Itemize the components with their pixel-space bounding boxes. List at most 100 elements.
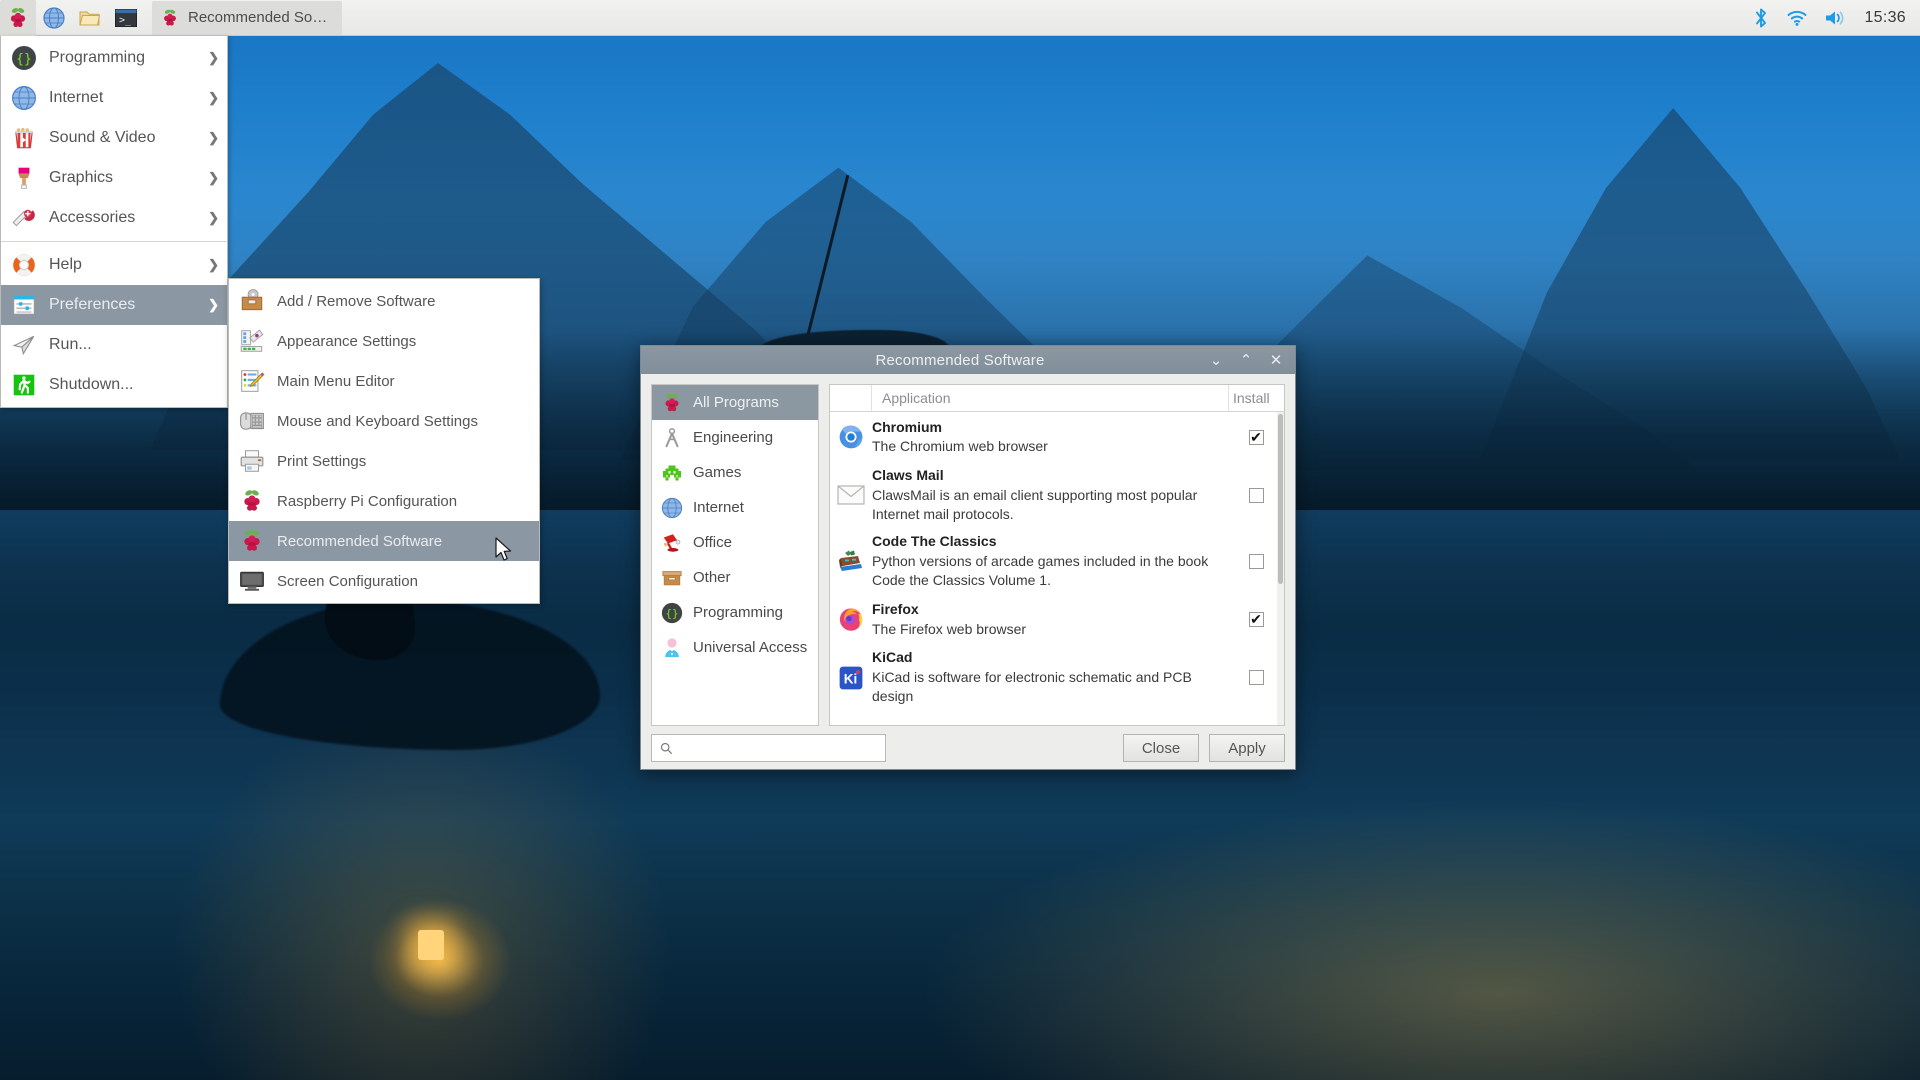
application-description: The Chromium web browser [872,437,1220,456]
install-checkbox[interactable] [1249,488,1264,503]
category-games[interactable]: Games [652,455,818,490]
column-header-icon [830,385,872,411]
dialog-titlebar[interactable]: Recommended Software ⌄ ⌃ ✕ [641,346,1295,374]
menu-item-run[interactable]: Run... [1,325,227,365]
search-input[interactable] [679,740,877,756]
bluetooth-icon[interactable] [1752,7,1770,29]
games-icon [660,461,684,485]
dialog-body: All Programs Engineering [641,374,1295,726]
submenu-item-appearance-settings[interactable]: Appearance Settings [229,321,539,361]
table-row[interactable]: Claws Mail ClawsMail is an email client … [830,462,1284,528]
close-button[interactable]: ✕ [1269,353,1283,368]
add-remove-software-icon [239,288,265,314]
wifi-icon[interactable] [1786,8,1808,28]
column-header-install[interactable]: Install [1228,385,1284,411]
category-label: All Programs [693,394,779,411]
menu-item-internet[interactable]: Internet ❯ [1,78,227,118]
main-menu-editor-icon [239,368,265,394]
install-checkbox[interactable] [1249,670,1264,685]
menu-item-shutdown[interactable]: Shutdown... [1,365,227,405]
application-list-scrollbar[interactable] [1277,412,1284,725]
search-box[interactable] [651,734,886,762]
menu-item-help[interactable]: Help ❯ [1,245,227,285]
category-other[interactable]: Other [652,560,818,595]
chevron-right-icon: ❯ [208,90,219,106]
menu-item-graphics[interactable]: Graphics ❯ [1,158,227,198]
svg-text:Ki: Ki [844,671,858,686]
file-manager-launcher[interactable] [72,0,108,36]
universal-access-icon [660,636,684,660]
programming-icon: {} [11,45,37,71]
submenu-item-screen-configuration[interactable]: Screen Configuration [229,561,539,601]
submenu-item-main-menu-editor[interactable]: Main Menu Editor [229,361,539,401]
terminal-launcher[interactable]: >_ [108,0,144,36]
file-manager-icon [78,6,102,30]
web-browser-icon [42,6,66,30]
close-button[interactable]: Close [1123,734,1199,762]
table-row[interactable]: Ki KiCad KiCad is software for electroni… [830,644,1284,710]
submenu-label: Add / Remove Software [277,293,435,310]
submenu-item-raspberry-pi-configuration[interactable]: Raspberry Pi Configuration [229,481,539,521]
system-tray: 15:36 [1752,7,1920,29]
taskbar-window-button[interactable]: Recommended Soft.. [152,1,342,35]
clock[interactable]: 15:36 [1864,9,1906,27]
fishing-boat [760,170,1020,370]
category-universal-access[interactable]: Universal Access [652,630,818,665]
volume-icon[interactable] [1824,8,1848,28]
table-row[interactable]: Firefox The Firefox web browser [830,594,1284,644]
web-browser-launcher[interactable] [36,0,72,36]
category-label: Programming [693,604,783,621]
main-menu: {} Programming ❯ Internet ❯ [0,36,228,408]
raspberry-icon [239,528,265,554]
submenu-item-mouse-keyboard-settings[interactable]: Mouse and Keyboard Settings [229,401,539,441]
menu-label: Sound & Video [49,129,155,147]
submenu-label: Recommended Software [277,533,442,550]
menu-item-programming[interactable]: {} Programming ❯ [1,38,227,78]
preferences-icon [11,292,37,318]
svg-text:{}: {} [665,607,678,620]
application-list: Application Install [829,384,1285,726]
install-checkbox[interactable] [1249,430,1264,445]
category-office[interactable]: Office [652,525,818,560]
table-row[interactable]: Chromium The Chromium web browser [830,412,1284,462]
raspberry-icon [239,488,265,514]
category-all-programs[interactable]: All Programs [652,385,818,420]
taskbar-window-label: Recommended Soft.. [188,9,328,26]
submenu-item-recommended-software[interactable]: Recommended Software [229,521,539,561]
application-name: Firefox [872,600,1220,620]
raspberry-icon [660,391,684,415]
category-internet[interactable]: Internet [652,490,818,525]
menu-item-preferences[interactable]: Preferences ❯ [1,285,227,325]
install-checkbox[interactable] [1249,612,1264,627]
raspberry-menu-icon [6,6,30,30]
dialog-footer: Close Apply [641,726,1295,772]
search-icon [660,742,673,755]
lantern-glow [370,900,510,1020]
printer-icon [239,448,265,474]
minimize-button[interactable]: ⌄ [1209,353,1223,368]
menu-separator [1,241,227,242]
programming-icon: {} [660,601,684,625]
category-programming[interactable]: {} Programming [652,595,818,630]
category-engineering[interactable]: Engineering [652,420,818,455]
chevron-right-icon: ❯ [208,210,219,226]
apply-button[interactable]: Apply [1209,734,1285,762]
category-label: Engineering [693,429,773,446]
install-checkbox[interactable] [1249,554,1264,569]
menu-item-sound-video[interactable]: Sound & Video ❯ [1,118,227,158]
preferences-submenu: Add / Remove Software Appearance Setting… [228,278,540,604]
graphics-icon [11,165,37,191]
menu-button[interactable] [0,0,36,36]
submenu-item-add-remove-software[interactable]: Add / Remove Software [229,281,539,321]
internet-icon [11,85,37,111]
category-list: All Programs Engineering [651,384,819,726]
submenu-item-print-settings[interactable]: Print Settings [229,441,539,481]
scrollbar-thumb[interactable] [1278,414,1283,584]
table-row[interactable]: Code The Classics Python versions of arc… [830,528,1284,594]
application-name: Claws Mail [872,466,1220,486]
category-label: Games [693,464,741,481]
menu-item-accessories[interactable]: Accessories ❯ [1,198,227,238]
maximize-button[interactable]: ⌃ [1239,353,1253,368]
menu-label: Shutdown... [49,376,134,394]
column-header-application[interactable]: Application [872,390,1228,406]
